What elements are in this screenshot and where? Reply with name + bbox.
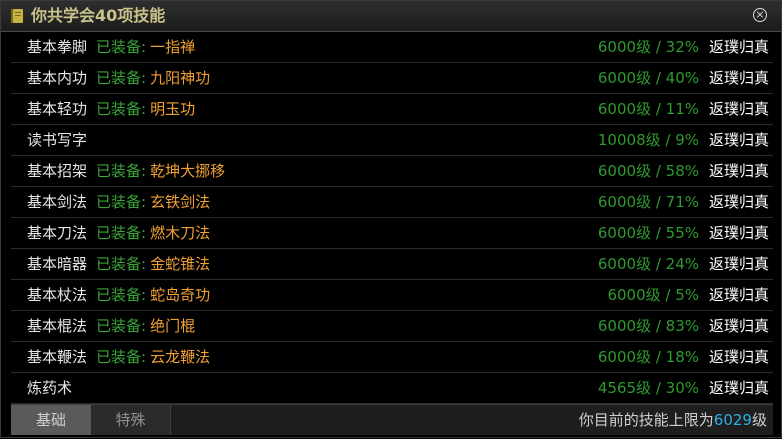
reset-skill-button[interactable]: 返璞归真 bbox=[709, 342, 769, 372]
equipped-label: 已装备: bbox=[96, 69, 147, 87]
equipped-label: 已装备: bbox=[96, 348, 147, 366]
equipped-skill[interactable]: 绝门棍 bbox=[150, 317, 195, 335]
skill-level: 6000级 / 11% bbox=[597, 100, 699, 118]
title-bar: 你共学会40项技能 × bbox=[1, 1, 781, 32]
skill-list: 基本拳脚 已装备: 一指禅 6000级 / 32% 返璞归真 基本内功 已装备: 九阳神功 60… bbox=[11, 32, 773, 404]
reset-skill-button[interactable]: 返璞归真 bbox=[709, 156, 769, 186]
equipped-skill[interactable]: 金蛇锥法 bbox=[150, 255, 210, 273]
skill-level: 6000级 / 71% bbox=[597, 193, 699, 211]
skill-name: 基本棍法 bbox=[27, 317, 88, 335]
skill-limit-value: 6029 bbox=[713, 411, 752, 429]
skill-level: 6000级 / 40% bbox=[597, 69, 699, 87]
skill-name: 基本杖法 bbox=[27, 286, 88, 304]
equipped-info: 已装备: 金蛇锥法 bbox=[96, 249, 210, 279]
equipped-skill[interactable]: 明玉功 bbox=[150, 100, 195, 118]
skill-level: 4565级 / 30% bbox=[597, 379, 699, 397]
skills-window: 你共学会40项技能 × 基本拳脚 已装备: 一指禅 6000级 / 32% 返璞归真 基本… bbox=[0, 0, 782, 438]
reset-skill-button[interactable]: 返璞归真 bbox=[709, 187, 769, 217]
equipped-info: 已装备: 乾坤大挪移 bbox=[96, 156, 225, 186]
reset-skill-button[interactable]: 返璞归真 bbox=[709, 280, 769, 310]
equipped-label: 已装备: bbox=[96, 255, 147, 273]
equipped-label: 已装备: bbox=[96, 193, 147, 211]
tab-special[interactable]: 特殊 bbox=[91, 405, 171, 435]
skill-row: 基本鞭法 已装备: 云龙鞭法 6000级 / 18% 返璞归真 bbox=[11, 342, 773, 373]
book-icon bbox=[11, 9, 23, 23]
equipped-info: 已装备: 绝门棍 bbox=[96, 311, 195, 341]
skill-name: 基本拳脚 bbox=[27, 38, 88, 56]
equipped-info: 已装备: 云龙鞭法 bbox=[96, 342, 210, 372]
skill-name: 基本刀法 bbox=[27, 224, 88, 242]
skill-level: 6000级 / 32% bbox=[597, 38, 699, 56]
reset-skill-button[interactable]: 返璞归真 bbox=[709, 94, 769, 124]
reset-skill-button[interactable]: 返璞归真 bbox=[709, 218, 769, 248]
skill-level: 6000级 / 18% bbox=[597, 348, 699, 366]
equipped-label: 已装备: bbox=[96, 162, 147, 180]
equipped-label: 已装备: bbox=[96, 100, 147, 118]
skill-level: 6000级 / 58% bbox=[597, 162, 699, 180]
skill-row: 读书写字 10008级 / 9% 返璞归真 bbox=[11, 125, 773, 156]
reset-skill-button[interactable]: 返璞归真 bbox=[709, 249, 769, 279]
equipped-label: 已装备: bbox=[96, 224, 147, 242]
skill-row: 基本拳脚 已装备: 一指禅 6000级 / 32% 返璞归真 bbox=[11, 32, 773, 63]
skill-row: 基本暗器 已装备: 金蛇锥法 6000级 / 24% 返璞归真 bbox=[11, 249, 773, 280]
equipped-info: 已装备: 明玉功 bbox=[96, 94, 195, 124]
skill-name: 读书写字 bbox=[27, 131, 88, 149]
skill-name: 基本鞭法 bbox=[27, 348, 88, 366]
equipped-skill[interactable]: 一指禅 bbox=[150, 38, 195, 56]
skill-row: 基本刀法 已装备: 燃木刀法 6000级 / 55% 返璞归真 bbox=[11, 218, 773, 249]
reset-skill-button[interactable]: 返璞归真 bbox=[709, 125, 769, 155]
tab-basic[interactable]: 基础 bbox=[11, 405, 91, 435]
equipped-label: 已装备: bbox=[96, 38, 147, 56]
equipped-info: 已装备: 蛇岛奇功 bbox=[96, 280, 210, 310]
skill-name: 基本轻功 bbox=[27, 100, 88, 118]
equipped-info: 已装备: 燃木刀法 bbox=[96, 218, 210, 248]
skill-row: 基本招架 已装备: 乾坤大挪移 6000级 / 58% 返璞归真 bbox=[11, 156, 773, 187]
equipped-skill[interactable]: 蛇岛奇功 bbox=[150, 286, 210, 304]
skill-row: 基本杖法 已装备: 蛇岛奇功 6000级 / 5% 返璞归真 bbox=[11, 280, 773, 311]
equipped-info: 已装备: 玄铁剑法 bbox=[96, 187, 210, 217]
skill-row: 基本内功 已装备: 九阳神功 6000级 / 40% 返璞归真 bbox=[11, 63, 773, 94]
skill-level: 6000级 / 5% bbox=[607, 286, 699, 304]
skill-row: 基本剑法 已装备: 玄铁剑法 6000级 / 71% 返璞归真 bbox=[11, 187, 773, 218]
equipped-skill[interactable]: 九阳神功 bbox=[150, 69, 210, 87]
reset-skill-button[interactable]: 返璞归真 bbox=[709, 32, 769, 62]
reset-skill-button[interactable]: 返璞归真 bbox=[709, 311, 769, 341]
close-icon[interactable]: × bbox=[753, 8, 767, 22]
equipped-label: 已装备: bbox=[96, 286, 147, 304]
equipped-label: 已装备: bbox=[96, 317, 147, 335]
equipped-skill[interactable]: 乾坤大挪移 bbox=[150, 162, 225, 180]
skill-limit-suffix: 级 bbox=[751, 411, 767, 429]
window-title: 你共学会40项技能 bbox=[31, 6, 166, 25]
chat-strip bbox=[11, 435, 773, 439]
skill-name: 炼药术 bbox=[27, 379, 73, 397]
skill-row: 基本棍法 已装备: 绝门棍 6000级 / 83% 返璞归真 bbox=[11, 311, 773, 342]
skill-name: 基本暗器 bbox=[27, 255, 88, 273]
skill-row: 炼药术 4565级 / 30% 返璞归真 bbox=[11, 373, 773, 404]
skill-name: 基本内功 bbox=[27, 69, 88, 87]
reset-skill-button[interactable]: 返璞归真 bbox=[709, 63, 769, 93]
skill-level: 10008级 / 9% bbox=[597, 131, 699, 149]
reset-skill-button[interactable]: 返璞归真 bbox=[709, 373, 769, 403]
skill-name: 基本招架 bbox=[27, 162, 88, 180]
skill-name: 基本剑法 bbox=[27, 193, 88, 211]
skill-level: 6000级 / 24% bbox=[597, 255, 699, 273]
skill-limit-text: 你目前的技能上限为6029级 bbox=[579, 405, 767, 435]
equipped-info: 已装备: 一指禅 bbox=[96, 32, 195, 62]
footer-bar: 基础 特殊 你目前的技能上限为6029级 bbox=[11, 404, 773, 435]
equipped-skill[interactable]: 燃木刀法 bbox=[150, 224, 210, 242]
equipped-skill[interactable]: 云龙鞭法 bbox=[150, 348, 210, 366]
skill-row: 基本轻功 已装备: 明玉功 6000级 / 11% 返璞归真 bbox=[11, 94, 773, 125]
skill-level: 6000级 / 55% bbox=[597, 224, 699, 242]
skill-limit-prefix: 你目前的技能上限为 bbox=[578, 411, 714, 429]
equipped-skill[interactable]: 玄铁剑法 bbox=[150, 193, 210, 211]
equipped-info: 已装备: 九阳神功 bbox=[96, 63, 210, 93]
skill-level: 6000级 / 83% bbox=[597, 317, 699, 335]
